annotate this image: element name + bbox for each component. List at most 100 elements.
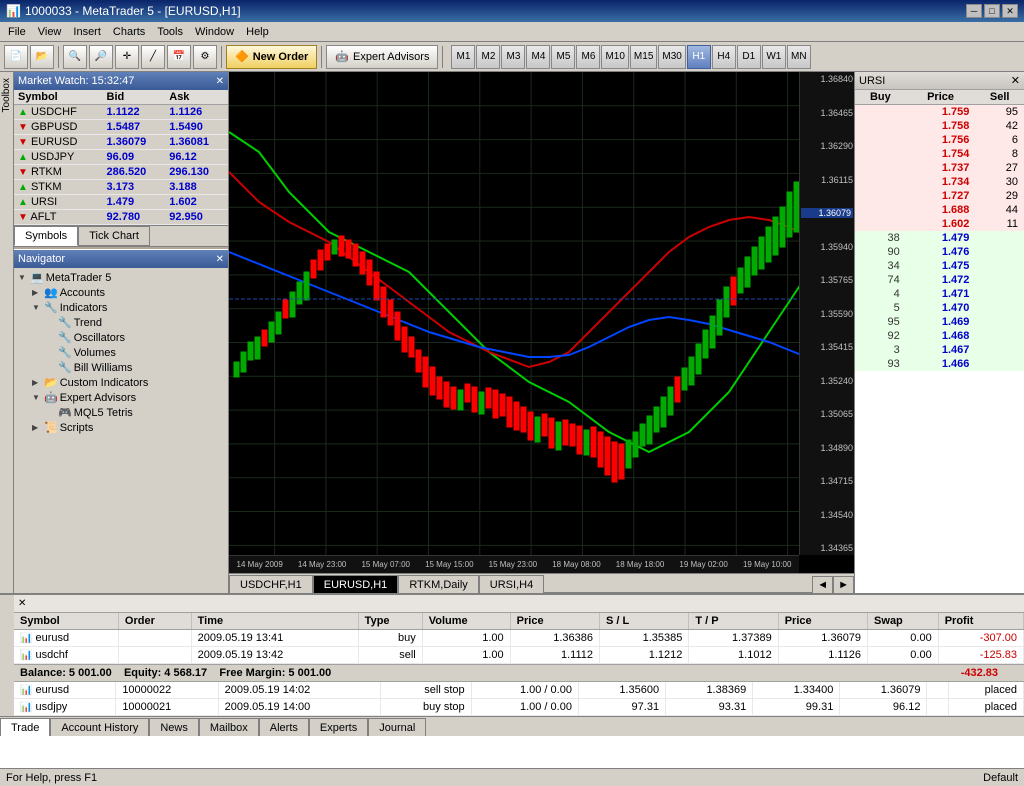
nav-item-mql5-tetris[interactable]: 🎮 MQL5 Tetris (16, 405, 226, 420)
menu-insert[interactable]: Insert (67, 24, 107, 40)
toolbar-zoom-in[interactable]: 🔍 (63, 45, 87, 69)
tf-w1[interactable]: W1 (762, 45, 786, 69)
chart-scroll-left[interactable]: ◄ (812, 576, 833, 593)
trade-close-btn[interactable]: ✕ (18, 598, 26, 609)
chart-scroll-right[interactable]: ► (833, 576, 854, 593)
restore-button[interactable]: □ (984, 4, 1000, 18)
tf-m15[interactable]: M15 (630, 45, 657, 69)
toolbar-line[interactable]: ╱ (141, 45, 165, 69)
navigator-close[interactable]: ✕ (216, 254, 224, 265)
pending-row[interactable]: 📊 usdjpy 10000021 2009.05.19 14:00 buy s… (14, 699, 1024, 716)
p-symbol: 📊 usdjpy (14, 699, 116, 716)
toolbar-open[interactable]: 📂 (30, 45, 54, 69)
menu-file[interactable]: File (2, 24, 32, 40)
toolbar-properties[interactable]: ⚙ (193, 45, 217, 69)
mw-bid: 3.173 (103, 180, 166, 195)
menu-charts[interactable]: Charts (107, 24, 151, 40)
close-button[interactable]: ✕ (1002, 4, 1018, 18)
nav-item-indicators[interactable]: ▼ 🔧 Indicators (16, 300, 226, 315)
bottom-tab-alerts[interactable]: Alerts (259, 718, 309, 736)
mw-row-aflt[interactable]: ▼ AFLT 92.780 92.950 (14, 210, 228, 225)
nav-item-volumes[interactable]: 🔧 Volumes (16, 345, 226, 360)
tf-m1[interactable]: M1 (451, 45, 475, 69)
tf-m30[interactable]: M30 (658, 45, 685, 69)
nav-item-accounts[interactable]: ▶ 👥 Accounts (16, 285, 226, 300)
nav-label: Accounts (60, 287, 105, 299)
chart-tab-usdchf[interactable]: USDCHF,H1 (229, 575, 313, 593)
mw-ask: 96.12 (165, 150, 228, 165)
bottom-tab-experts[interactable]: Experts (309, 718, 368, 736)
time-19may10: 19 May 10:00 (743, 560, 791, 569)
trade-row[interactable]: 📊 usdchf 2009.05.19 13:42 sell 1.00 1.11… (14, 647, 1024, 664)
ursi-close[interactable]: ✕ (1011, 74, 1020, 87)
minimize-button[interactable]: ─ (966, 4, 982, 18)
menu-window[interactable]: Window (189, 24, 240, 40)
menu-view[interactable]: View (32, 24, 68, 40)
bottom-tab-account-history[interactable]: Account History (50, 718, 149, 736)
time-15may07: 15 May 07:00 (361, 560, 409, 569)
up-arrow-icon: ▲ (18, 152, 28, 163)
toolbar-crosshair[interactable]: ✛ (115, 45, 139, 69)
nav-label: Volumes (74, 347, 116, 359)
market-watch-close[interactable]: ✕ (216, 76, 224, 87)
tf-m4[interactable]: M4 (526, 45, 550, 69)
mw-row-rtkm[interactable]: ▼ RTKM 286.520 296.130 (14, 165, 228, 180)
nav-item-oscillators[interactable]: 🔧 Oscillators (16, 330, 226, 345)
tf-m10[interactable]: M10 (601, 45, 628, 69)
status-help: For Help, press F1 (6, 772, 97, 784)
mw-tab-symbols[interactable]: Symbols (14, 226, 78, 246)
p-volume: 1.00 / 0.00 (471, 682, 578, 699)
nav-item-scripts[interactable]: ▶ 📜 Scripts (16, 420, 226, 435)
up-arrow-icon: ▲ (18, 182, 28, 193)
toolbar-period[interactable]: 📅 (167, 45, 191, 69)
bottom-tab-journal[interactable]: Journal (368, 718, 426, 736)
ursi-buy: 95 (855, 315, 906, 329)
nav-item-trend[interactable]: 🔧 Trend (16, 315, 226, 330)
toolbox-label[interactable]: Toolbox (0, 74, 13, 116)
tf-h4[interactable]: H4 (712, 45, 736, 69)
bottom-tab-news[interactable]: News (149, 718, 199, 736)
tf-m3[interactable]: M3 (501, 45, 525, 69)
trade-row[interactable]: 📊 eurusd 2009.05.19 13:41 buy 1.00 1.363… (14, 630, 1024, 647)
menu-help[interactable]: Help (240, 24, 275, 40)
nav-item-bill-williams[interactable]: 🔧 Bill Williams (16, 360, 226, 375)
pending-row[interactable]: 📊 eurusd 10000022 2009.05.19 14:02 sell … (14, 682, 1024, 699)
expert-advisors-button[interactable]: 🤖 Expert Advisors (326, 45, 438, 69)
toolbar-new[interactable]: 📄 (4, 45, 28, 69)
p-order: 10000021 (116, 699, 218, 716)
bottom-tab-mailbox[interactable]: Mailbox (199, 718, 259, 736)
mw-row-usdjpy[interactable]: ▲ USDJPY 96.09 96.12 (14, 150, 228, 165)
toolbar-zoom-out[interactable]: 🔎 (89, 45, 113, 69)
mw-row-usdchf[interactable]: ▲ USDCHF 1.1122 1.1126 (14, 105, 228, 120)
chart-canvas[interactable]: 1.36840 1.36465 1.36290 1.36115 1.36079 … (229, 72, 854, 573)
ursi-sell: 27 (975, 161, 1024, 175)
mw-tab-tick[interactable]: Tick Chart (78, 226, 150, 246)
nav-item-expert-advisors[interactable]: ▼ 🤖 Expert Advisors (16, 390, 226, 405)
tf-d1[interactable]: D1 (737, 45, 761, 69)
mw-row-eurusd[interactable]: ▼ EURUSD 1.36079 1.36081 (14, 135, 228, 150)
ursi-row: 1.734 30 (855, 175, 1024, 189)
t-type: sell (358, 647, 422, 664)
nav-item-metatrader-5[interactable]: ▼ 💻 MetaTrader 5 (16, 270, 226, 285)
tf-m5[interactable]: M5 (551, 45, 575, 69)
tf-mn[interactable]: MN (787, 45, 811, 69)
trade-scroll[interactable]: Symbol Order Time Type Volume Price S / … (14, 613, 1024, 716)
new-order-button[interactable]: 🔶 New Order (226, 45, 317, 69)
tf-m2[interactable]: M2 (476, 45, 500, 69)
mw-row-stkm[interactable]: ▲ STKM 3.173 3.188 (14, 180, 228, 195)
chart-tab-rtkm[interactable]: RTKM,Daily (398, 575, 478, 593)
t-price-open: 1.1112 (510, 647, 599, 664)
mw-row-gbpusd[interactable]: ▼ GBPUSD 1.5487 1.5490 (14, 120, 228, 135)
ursi-sell (975, 273, 1024, 287)
menu-tools[interactable]: Tools (151, 24, 189, 40)
new-order-label: New Order (253, 51, 309, 63)
ursi-buy (855, 203, 906, 217)
market-watch-table: Symbol Bid Ask ▲ USDCHF 1.1122 1.1126 ▼ … (14, 90, 228, 225)
tf-h1[interactable]: H1 (687, 45, 711, 69)
tf-m6[interactable]: M6 (576, 45, 600, 69)
nav-item-custom-indicators[interactable]: ▶ 📂 Custom Indicators (16, 375, 226, 390)
bottom-tab-trade[interactable]: Trade (0, 718, 50, 736)
chart-tab-eurusd[interactable]: EURUSD,H1 (313, 575, 399, 593)
mw-row-ursi[interactable]: ▲ URSI 1.479 1.602 (14, 195, 228, 210)
chart-tab-ursi[interactable]: URSI,H4 (479, 575, 544, 593)
